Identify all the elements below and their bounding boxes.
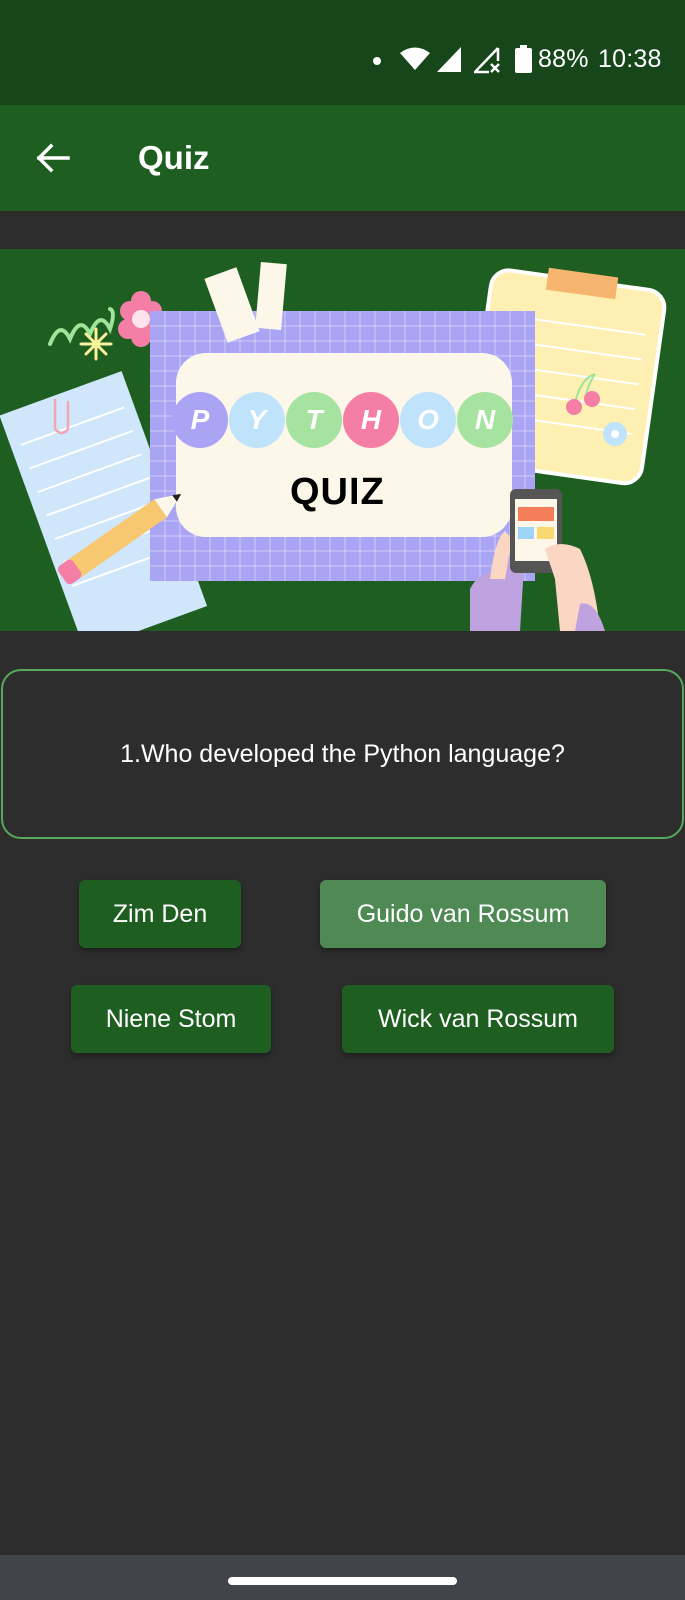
answer-button-2[interactable]: Guido van Rossum	[320, 880, 606, 948]
question-card: 1.Who developed the Python language?	[1, 669, 684, 839]
answer-label: Wick van Rossum	[377, 1004, 579, 1033]
app-bar: Quiz	[0, 105, 685, 211]
arrow-left-icon	[36, 143, 70, 173]
question-text: 1.Who developed the Python language?	[120, 739, 565, 768]
battery-percentage: 88%	[538, 45, 589, 73]
answer-label: Niene Stom	[105, 1004, 237, 1033]
python-letter: P	[172, 392, 228, 448]
signal-icon	[437, 47, 461, 72]
python-letter: N	[457, 392, 513, 448]
answer-button-4[interactable]: Wick van Rossum	[342, 985, 614, 1053]
signal-no-data-icon	[474, 47, 500, 74]
python-letter: T	[286, 392, 342, 448]
back-button[interactable]	[30, 135, 76, 181]
clock: 10:38	[598, 45, 662, 73]
python-letters: P Y T H O N	[172, 392, 522, 448]
python-letter: H	[343, 392, 399, 448]
wifi-icon	[400, 47, 430, 70]
python-quiz-banner: P Y T H O N QUIZ	[0, 249, 685, 631]
notification-dot-icon	[373, 57, 381, 65]
home-indicator[interactable]	[228, 1577, 457, 1585]
answer-button-1[interactable]: Zim Den	[79, 880, 241, 948]
quiz-banner-text: QUIZ	[290, 471, 385, 513]
python-letter: Y	[229, 392, 285, 448]
answer-label: Guido van Rossum	[356, 899, 570, 928]
status-bar: 88% 10:38	[0, 0, 685, 105]
page-title: Quiz	[138, 139, 210, 176]
python-letter: O	[400, 392, 456, 448]
answer-label: Zim Den	[112, 899, 208, 928]
battery-icon	[515, 45, 532, 73]
answer-button-3[interactable]: Niene Stom	[71, 985, 271, 1053]
